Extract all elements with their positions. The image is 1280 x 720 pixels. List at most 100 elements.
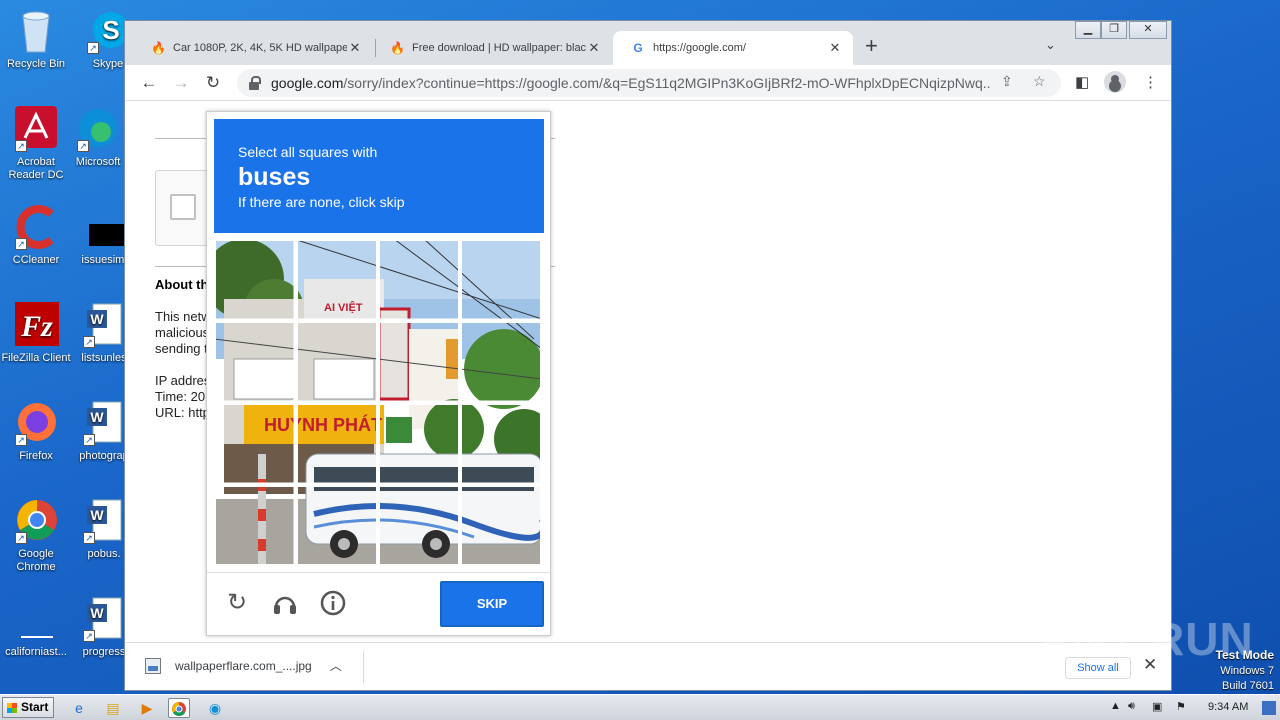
desktop-icon-recycle-bin[interactable]: Recycle Bin	[0, 8, 72, 71]
bookmark-star-icon[interactable]: ☆	[1033, 73, 1046, 90]
grid-tile[interactable]	[460, 239, 542, 321]
grid-tile[interactable]	[296, 239, 378, 321]
desktop-icon-ccleaner[interactable]: ↗ CCleaner	[0, 204, 72, 267]
profile-avatar[interactable]	[1104, 71, 1126, 93]
grid-tile[interactable]	[460, 403, 542, 485]
url-text[interactable]: google.com/sorry/index?continue=https://…	[271, 75, 991, 91]
challenge-footer: ↻ SKIP	[207, 572, 550, 635]
challenge-image-grid: AI VIỆT HUỲNH PHÁT	[214, 239, 542, 566]
download-item[interactable]: wallpaperflare.com_....jpg ︿	[145, 657, 342, 674]
desktop-icon-firefox[interactable]: ↗ Firefox	[0, 400, 72, 463]
media-player-icon[interactable]: ▶	[136, 698, 158, 718]
filezilla-icon: Fz	[13, 302, 59, 348]
tab-search-chevron-icon[interactable]: ⌄	[1045, 37, 1056, 53]
acrobat-icon: ↗	[13, 106, 59, 152]
network-icon[interactable]: ▣	[1152, 700, 1162, 713]
grid-tile[interactable]	[378, 321, 460, 403]
browser-toolbar: ← → ↻ google.com/sorry/index?continue=ht…	[125, 65, 1171, 101]
tab-car-wallpapers[interactable]: 🔥 Car 1080P, 2K, 4K, 5K HD wallpapers ✕	[133, 31, 373, 65]
clock[interactable]: 9:34 AM	[1208, 701, 1248, 713]
show-desktop-button[interactable]	[1262, 701, 1276, 715]
word-doc-icon: W ↗	[81, 596, 127, 642]
grid-tile[interactable]	[460, 321, 542, 403]
desktop-icon-chrome[interactable]: ↗ Google Chrome	[0, 498, 72, 574]
chrome-taskbar-icon[interactable]	[168, 698, 190, 718]
svg-text:S: S	[102, 15, 119, 45]
flame-icon: 🔥	[390, 41, 405, 55]
word-doc-icon: W ↗	[81, 400, 127, 446]
word-doc-icon: W ↗	[81, 498, 127, 544]
desktop-icon-californiast[interactable]: californiast...	[0, 596, 72, 659]
grid-tile[interactable]	[378, 403, 460, 485]
side-panel-icon[interactable]: ◧	[1075, 73, 1089, 91]
google-icon: G	[633, 41, 643, 55]
grid-tile[interactable]	[296, 403, 378, 485]
chrome-icon: ↗	[13, 498, 59, 544]
grid-tile[interactable]	[296, 485, 378, 566]
new-tab-button[interactable]: +	[865, 35, 878, 57]
grid-tile[interactable]	[460, 485, 542, 566]
headphones-icon[interactable]	[271, 589, 299, 617]
time-text: Time: 20	[155, 389, 206, 404]
image-file-icon	[145, 657, 161, 674]
menu-kebab-icon[interactable]: ⋮	[1143, 73, 1158, 91]
tab-hd-wallpaper[interactable]: 🔥 Free download | HD wallpaper: black ✕	[372, 31, 612, 65]
download-bar: wallpaperflare.com_....jpg ︿ Show all ✕	[125, 642, 1171, 690]
recaptcha-checkbox[interactable]	[170, 194, 196, 220]
grid-tile[interactable]	[214, 321, 296, 403]
chevron-up-icon[interactable]: ︿	[330, 657, 342, 674]
tab-close-icon[interactable]: ✕	[586, 40, 602, 56]
challenge-target: buses	[238, 163, 311, 191]
edge-icon: ↗	[75, 106, 121, 152]
grid-tile[interactable]	[214, 403, 296, 485]
file-explorer-icon[interactable]: ▤	[102, 698, 124, 718]
grid-tile[interactable]	[214, 485, 296, 566]
skip-button[interactable]: SKIP	[440, 581, 544, 627]
word-doc-icon: W ↗	[81, 302, 127, 348]
desktop-icon-filezilla[interactable]: Fz FileZilla Client	[0, 302, 72, 365]
reload-challenge-icon[interactable]: ↻	[223, 589, 251, 617]
lock-icon[interactable]	[249, 76, 261, 90]
challenge-instruction: Select all squares with	[238, 144, 378, 160]
tab-strip: 🔥 Car 1080P, 2K, 4K, 5K HD wallpapers ✕ …	[125, 21, 1171, 65]
back-arrow-icon[interactable]: ←	[137, 71, 161, 95]
reload-icon[interactable]: ↻	[201, 71, 225, 95]
notice-text: malicious	[155, 325, 210, 340]
share-icon[interactable]: ⇪	[1001, 73, 1013, 90]
address-bar[interactable]: google.com/sorry/index?continue=https://…	[237, 69, 1061, 97]
edge-taskbar-icon[interactable]: ◉	[204, 698, 226, 718]
tab-google-active[interactable]: G https://google.com/ ✕	[613, 31, 853, 65]
challenge-hint: If there are none, click skip	[238, 194, 405, 210]
volume-icon[interactable]: 🔊︎	[1128, 700, 1135, 713]
forward-arrow-icon[interactable]: →	[169, 71, 193, 95]
svg-text:W: W	[90, 605, 104, 621]
ip-address-text: IP addres	[155, 373, 211, 388]
grid-tile[interactable]	[378, 239, 460, 321]
flame-icon: 🔥	[151, 41, 166, 55]
url-text-info: URL: http	[155, 405, 210, 420]
action-center-flag-icon[interactable]: ⚑	[1176, 700, 1186, 713]
recaptcha-challenge: Select all squares with buses If there a…	[206, 111, 551, 636]
grid-tile[interactable]	[214, 239, 296, 321]
svg-text:W: W	[90, 311, 104, 327]
challenge-header: Select all squares with buses If there a…	[214, 119, 544, 233]
start-button[interactable]: Start	[2, 697, 54, 718]
taskbar: Start e ▤ ▶ ◉ ▲ 🔊︎ ▣ ⚑ 9:34 AM	[0, 694, 1280, 720]
minimize-button[interactable]: ▁	[1075, 21, 1101, 39]
close-window-button[interactable]: ✕	[1129, 21, 1167, 39]
tab-close-icon[interactable]: ✕	[827, 40, 843, 56]
grid-tile[interactable]	[378, 485, 460, 566]
divider	[363, 651, 364, 683]
notice-text: sending t	[155, 341, 208, 356]
ccleaner-icon: ↗	[13, 204, 59, 250]
svg-text:Fz: Fz	[20, 310, 53, 343]
recycle-bin-icon	[13, 8, 59, 54]
tray-expand-icon[interactable]: ▲	[1110, 700, 1121, 712]
restore-button[interactable]: ❐	[1101, 21, 1127, 39]
test-mode-notice: Test Mode Windows 7 Build 7601	[1215, 648, 1274, 692]
tab-close-icon[interactable]: ✕	[347, 40, 363, 56]
info-icon[interactable]	[319, 589, 347, 617]
download-filename: wallpaperflare.com_....jpg	[175, 658, 312, 673]
internet-explorer-icon[interactable]: e	[68, 698, 90, 718]
grid-tile[interactable]	[296, 321, 378, 403]
